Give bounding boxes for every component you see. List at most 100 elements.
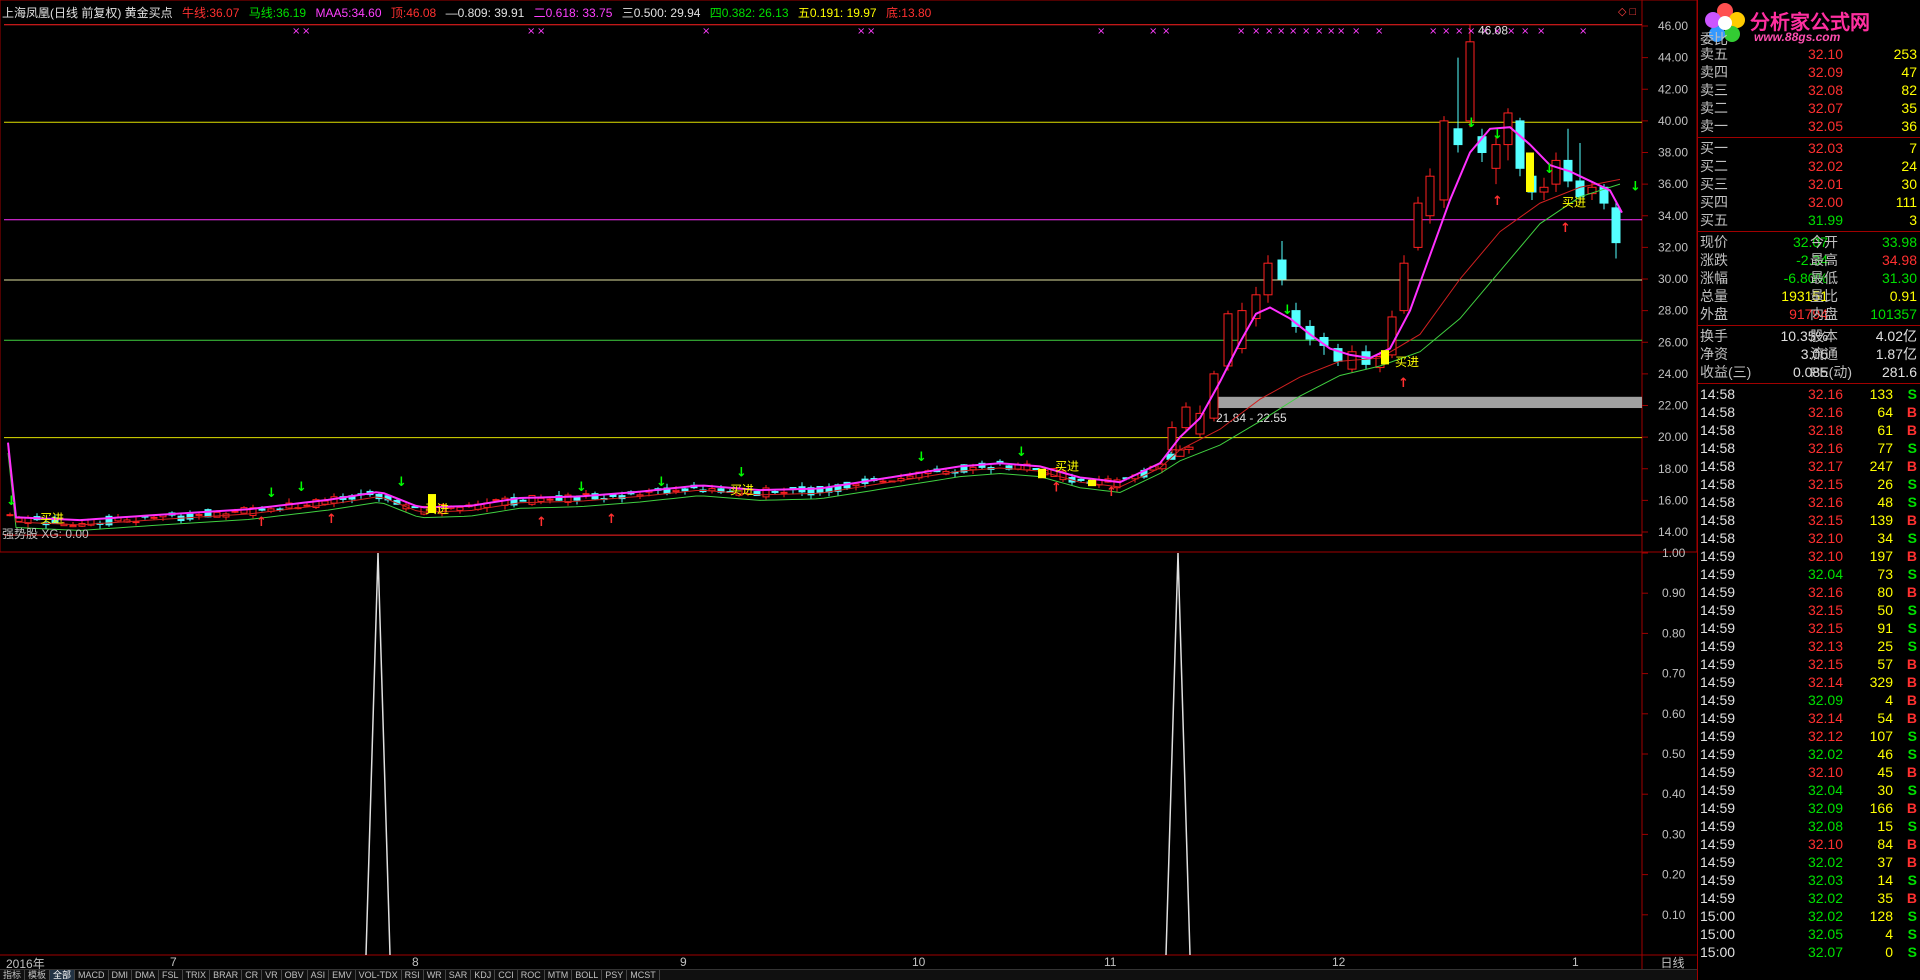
indicator-tab[interactable]: EMV <box>329 970 356 980</box>
indicator-tab[interactable]: 模板 <box>25 970 51 980</box>
indicator-tab[interactable]: VOL-TDX <box>356 970 402 980</box>
candle-down <box>519 499 527 502</box>
stat-label: 内盘 <box>1810 306 1838 322</box>
window-corner-buttons[interactable]: ◇ □ <box>1618 5 1636 18</box>
indicator-tab[interactable]: DMA <box>132 970 160 980</box>
stat-value: 281.6 <box>1881 364 1917 380</box>
fundamental-row: 换手 10.35% 股本 4.02亿 <box>1698 327 1920 345</box>
indicator-tab[interactable]: FSL <box>159 970 183 980</box>
tick-volume: 0 <box>1885 944 1893 960</box>
indicator-tab[interactable]: BOLL <box>572 970 603 980</box>
sell-level-volume: 47 <box>1901 64 1917 80</box>
tick-time: 14:59 <box>1700 800 1736 816</box>
candle-up <box>1184 446 1194 450</box>
candle-down <box>1277 259 1287 280</box>
buy-level-volume: 24 <box>1901 158 1917 174</box>
indicator-tab[interactable]: KDJ <box>471 970 496 980</box>
indicator-axis-label: 1.00 <box>1662 546 1686 560</box>
indicator-tab[interactable]: VR <box>262 970 282 980</box>
sell-level-label: 卖五 <box>1700 46 1728 62</box>
candle-up <box>546 498 554 501</box>
indicator-tab[interactable]: TRIX <box>183 970 211 980</box>
quote-stat-row: 外盘 91794 内盘 101357 <box>1698 305 1920 323</box>
buy-level-price: 32.02 <box>1807 158 1843 174</box>
stat-value: 1.87亿 <box>1875 346 1917 362</box>
price-axis-label: 16.00 <box>1658 493 1688 507</box>
tick-direction: S <box>1907 620 1917 636</box>
di-label: 底: <box>885 6 902 20</box>
indicator-tab[interactable]: ASI <box>308 970 330 980</box>
buy-level-price: 32.03 <box>1807 140 1843 156</box>
tick-volume: 45 <box>1877 764 1893 780</box>
indicator-tab[interactable]: OBV <box>282 970 308 980</box>
indicator-tab[interactable]: SAR <box>446 970 472 980</box>
tick-row: 14:58 32.15 139 B <box>1698 511 1920 529</box>
fib-618: 二0.618: 33.75 <box>533 6 613 20</box>
candle-up <box>195 513 203 516</box>
tick-direction: S <box>1907 476 1917 492</box>
tick-price: 32.08 <box>1807 818 1843 834</box>
indicator-tab[interactable]: WR <box>424 970 446 980</box>
tick-direction: B <box>1906 404 1917 420</box>
stat-value: 101357 <box>1870 306 1917 322</box>
signal-x-icon: × <box>1442 26 1450 37</box>
signal-x-icon: × <box>1352 26 1360 37</box>
stat-label: 现价 <box>1700 234 1728 250</box>
buy-label: 买进 <box>730 483 754 497</box>
sell-level-label: 卖二 <box>1700 100 1728 116</box>
tick-direction: S <box>1907 494 1917 510</box>
price-axis-label: 22.00 <box>1658 399 1688 413</box>
tick-row: 14:59 32.02 35 B <box>1698 889 1920 907</box>
chart-canvas[interactable]: 46.00 44.00 42.00 40.00 38.00 36.00 34.00 32.00… <box>0 0 1697 970</box>
tick-time: 14:58 <box>1700 440 1736 456</box>
indicator-tab[interactable]: MCST <box>627 970 660 980</box>
indicator-tab[interactable]: MACD <box>75 970 109 980</box>
buy-arrow-icon: ↓ <box>1282 303 1293 318</box>
indicator-tab[interactable]: 全部 <box>50 970 76 980</box>
tick-direction: B <box>1906 836 1917 852</box>
tick-price: 32.07 <box>1807 944 1843 960</box>
tick-direction: S <box>1907 944 1917 960</box>
indicator-tab[interactable]: BRAR <box>210 970 243 980</box>
indicator-tab[interactable]: CCI <box>495 970 518 980</box>
indicator-tab[interactable]: MTM <box>545 970 573 980</box>
tick-row: 14:58 32.17 247 B <box>1698 457 1920 475</box>
candle-up <box>456 506 464 511</box>
signal-x-icon: × <box>527 26 535 37</box>
buy-level-price: 31.99 <box>1807 212 1843 228</box>
niuxian-value: 36.07 <box>209 6 240 20</box>
indicator-tab[interactable]: ROC <box>518 970 545 980</box>
tick-row: 14:59 32.15 91 S <box>1698 619 1920 637</box>
tick-direction: S <box>1907 530 1917 546</box>
period-button[interactable]: 日线 <box>1650 954 1695 970</box>
tick-row: 14:58 32.10 34 S <box>1698 529 1920 547</box>
indicator-tab[interactable]: PSY <box>602 970 628 980</box>
indicator-tab[interactable]: 指标 <box>0 970 26 980</box>
tick-price: 32.16 <box>1807 404 1843 420</box>
candle-up <box>303 504 311 507</box>
sell-arrow-icon: ↑ <box>1398 376 1409 391</box>
indicator-axis-label: 0.70 <box>1662 667 1686 681</box>
tick-row: 14:59 32.03 14 S <box>1698 871 1920 889</box>
indicator-tab[interactable]: RSI <box>402 970 424 980</box>
tick-time: 14:58 <box>1700 386 1736 402</box>
tick-time: 15:00 <box>1700 908 1736 924</box>
buy-arrow-icon: ↓ <box>1466 116 1477 131</box>
indicator-tab[interactable]: DMI <box>109 970 133 980</box>
tick-direction: B <box>1906 548 1917 564</box>
buy-level-volume: 111 <box>1895 194 1917 210</box>
indicator-tab[interactable]: CR <box>242 970 263 980</box>
candle-down <box>771 490 779 493</box>
kline-chart-panel[interactable]: 46.00 44.00 42.00 40.00 38.00 36.00 34.00 32.00… <box>0 0 1697 980</box>
indicator-axis-label: 0.60 <box>1662 707 1686 721</box>
maxian-value: 36.19 <box>276 6 307 20</box>
tick-direction: B <box>1906 584 1917 600</box>
buy-arrow-icon: ↓ <box>576 480 587 495</box>
sell-level-volume: 35 <box>1901 100 1917 116</box>
price-axis-label: 32.00 <box>1658 240 1688 254</box>
tick-volume: 57 <box>1877 656 1893 672</box>
tick-row: 14:59 32.10 45 B <box>1698 763 1920 781</box>
sell-arrow-icon: ↑ <box>1106 485 1117 500</box>
month-label: 11 <box>1104 955 1117 969</box>
buy-label: 买进 <box>1395 355 1419 369</box>
